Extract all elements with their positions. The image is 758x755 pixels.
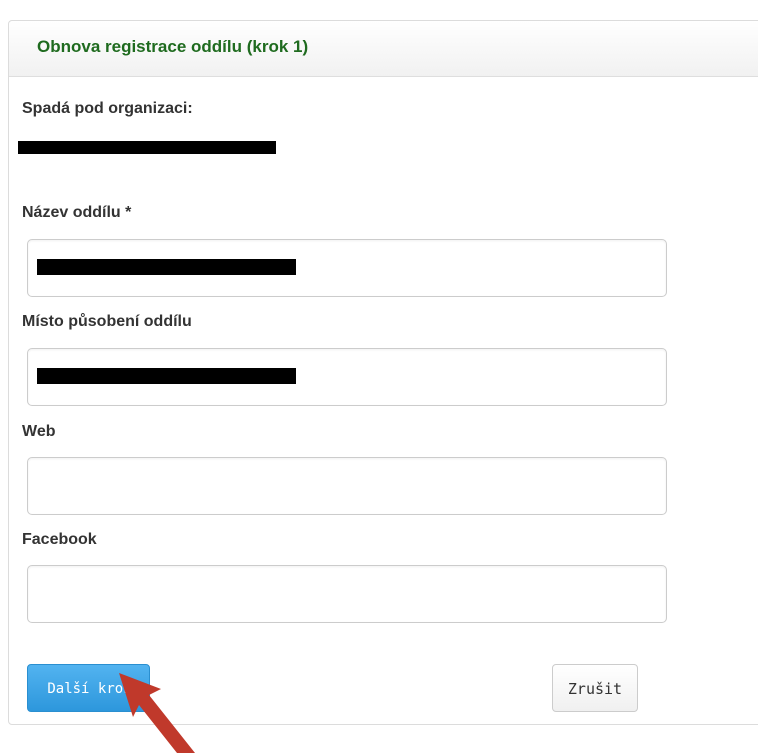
organization-label: Spadá pod organizaci:: [22, 100, 193, 117]
cancel-button[interactable]: Zrušit: [552, 664, 638, 712]
page-title: Obnova registrace oddílu (krok 1): [37, 37, 309, 56]
panel-header: Obnova registrace oddílu (krok 1): [9, 21, 758, 77]
web-label: Web: [22, 423, 56, 440]
facebook-label: Facebook: [22, 531, 97, 548]
facebook-input[interactable]: [27, 565, 667, 623]
organization-redaction: [18, 141, 276, 154]
location-label: Místo působení oddílu: [22, 313, 192, 330]
location-redaction: [37, 368, 296, 384]
pointer-arrow-icon: [119, 673, 195, 753]
page: Obnova registrace oddílu (krok 1) Spadá …: [0, 0, 758, 755]
name-label: Název oddílu *: [22, 204, 132, 221]
web-input[interactable]: [27, 457, 667, 515]
name-redaction: [37, 259, 296, 275]
